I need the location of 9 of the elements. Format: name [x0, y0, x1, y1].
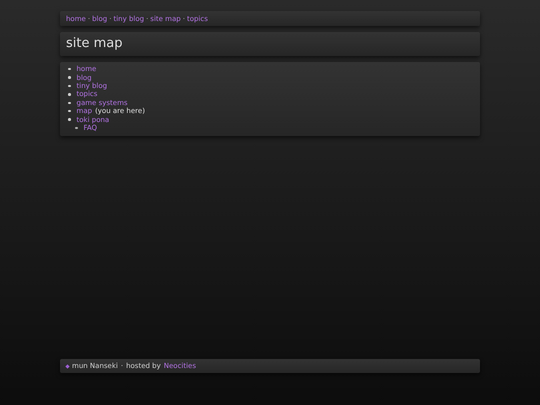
bullet-icon [68, 118, 70, 121]
bullet-icon [68, 84, 70, 88]
bullet-icon [68, 102, 70, 104]
bullet-icon [68, 68, 70, 70]
bullet-icon [68, 93, 70, 96]
bullet-icon [68, 110, 70, 112]
page-title: site map [66, 36, 124, 52]
bullet-icon [68, 76, 70, 79]
bullet-icon [75, 126, 78, 130]
